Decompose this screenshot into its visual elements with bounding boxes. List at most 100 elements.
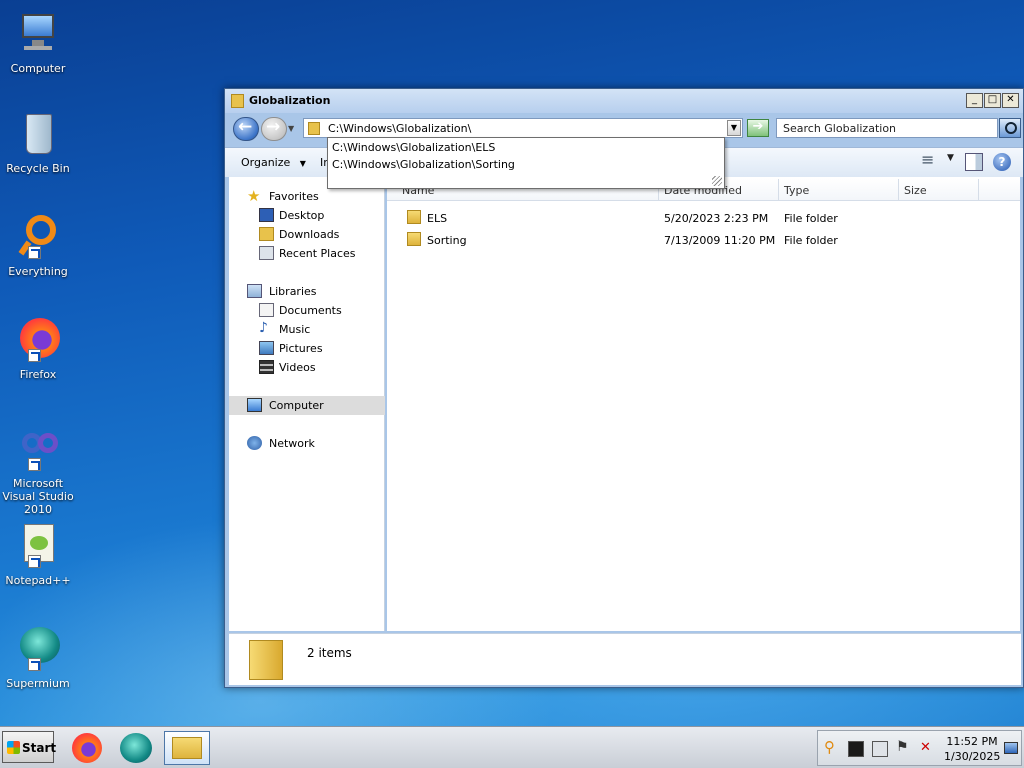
organize-button[interactable]: Organize ▼ [241,156,306,169]
nav-label: Music [279,323,311,336]
column-size[interactable]: Size [899,179,979,201]
everything-icon [14,213,62,261]
table-row[interactable]: ELS 5/20/2023 2:23 PM File folder [387,207,1020,229]
desktop-icon-everything[interactable]: Everything [0,213,76,278]
everything-tray-icon[interactable]: ⚲ [824,738,840,756]
nav-label: Computer [269,399,324,412]
desktop-icon-recycle-bin[interactable]: Recycle Bin [0,110,76,175]
change-view-icon[interactable] [919,150,937,171]
desktop-icon-notepadpp[interactable]: Notepad++ [0,522,76,587]
show-desktop-icon[interactable] [1004,742,1018,754]
nav-label: Desktop [279,209,325,222]
desktop-icon [259,208,274,222]
minimize-button[interactable]: _ [966,93,983,108]
desktop-icon-firefox[interactable]: Firefox [0,316,76,381]
search-icon[interactable] [999,118,1021,138]
chevron-down-icon[interactable]: ▼ [947,153,955,171]
nvidia-icon[interactable] [848,741,864,757]
go-button[interactable]: ➔ [747,119,769,137]
taskbar-supermium-button[interactable] [116,731,156,765]
volume-muted-icon[interactable]: ✕ [920,740,936,756]
address-text[interactable]: C:\Windows\Globalization\ [328,122,471,135]
row-name: Sorting [427,234,467,247]
recent-places-icon [259,246,274,260]
address-dropdown-button[interactable]: ▼ [727,120,741,136]
autocomplete-item[interactable]: C:\Windows\Globalization\ELS [332,141,495,154]
maximize-button[interactable]: □ [984,93,1001,108]
desktop-icon-label: Everything [8,265,68,278]
search-placeholder[interactable]: Search Globalization [783,122,896,135]
visual-studio-icon [14,425,62,473]
nav-item-network[interactable]: Network [229,434,385,453]
nav-item-downloads[interactable]: Downloads [229,225,385,244]
network-tray-icon[interactable] [872,741,888,757]
clock[interactable]: 11:52 PM 1/30/2025 [944,734,1000,764]
system-tray: ⚲ ⚑ ✕ 11:52 PM 1/30/2025 [817,730,1022,766]
forward-button[interactable] [261,117,287,141]
folder-icon [407,210,421,224]
column-type[interactable]: Type [779,179,899,201]
start-label: Start [22,741,57,755]
clock-time: 11:52 PM [946,735,998,748]
windows-logo-icon [7,741,20,754]
network-icon [247,436,262,450]
nav-item-desktop[interactable]: Desktop [229,206,385,225]
folder-icon [407,232,421,246]
window-title: Globalization [249,94,331,107]
nav-label: Pictures [279,342,323,355]
nav-item-documents[interactable]: Documents [229,301,385,320]
desktop-icon-label: Supermium [6,677,70,690]
file-list: Name Date modified Type Size ELS 5/20/20… [387,177,1020,631]
resize-grip-icon[interactable] [712,176,722,186]
table-row[interactable]: Sorting 7/13/2009 11:20 PM File folder [387,229,1020,251]
taskbar-explorer-button[interactable] [164,731,210,765]
taskbar-firefox-button[interactable] [68,731,108,765]
nav-item-libraries[interactable]: Libraries [229,282,385,301]
nav-item-music[interactable]: ♪ Music [229,320,385,339]
recycle-bin-icon [14,110,62,158]
nav-label: Videos [279,361,316,374]
computer-icon [247,398,262,412]
row-type: File folder [784,212,838,225]
start-button[interactable]: Start [2,731,57,763]
close-button[interactable]: ✕ [1002,93,1019,108]
desktop-icon-supermium[interactable]: Supermium [0,625,76,690]
notepadpp-icon [14,522,62,570]
chevron-down-icon: ▼ [299,159,306,168]
autocomplete-item[interactable]: C:\Windows\Globalization\Sorting [332,158,515,171]
computer-icon [14,10,62,58]
desktop-icon-visual-studio[interactable]: Microsoft Visual Studio 2010 [0,425,76,516]
row-name: ELS [427,212,448,225]
shortcut-arrow-icon [28,246,41,259]
music-icon: ♪ [259,320,268,336]
nav-label: Network [269,437,315,450]
navigation-pane: ★ Favorites Desktop Downloads Recent Pla… [229,177,385,631]
firefox-icon [72,733,102,763]
address-bar[interactable]: C:\Windows\Globalization\ ▼ [303,118,743,138]
recent-pages-dropdown[interactable]: ▼ [288,124,296,133]
nav-item-computer[interactable]: Computer [229,396,385,415]
row-date: 5/20/2023 2:23 PM [664,212,769,225]
explorer-icon [172,737,202,759]
title-bar[interactable]: Globalization _ □ ✕ [225,89,1023,113]
nav-item-recent-places[interactable]: Recent Places [229,244,385,263]
help-icon[interactable]: ? [993,153,1011,171]
nav-item-videos[interactable]: Videos [229,358,385,377]
desktop-icon-computer[interactable]: Computer [0,10,76,75]
star-icon: ★ [247,187,261,205]
back-button[interactable] [233,117,259,141]
nav-label: Libraries [269,285,317,298]
nav-item-favorites[interactable]: ★ Favorites [229,187,385,206]
nav-label: Favorites [269,190,319,203]
desktop-icon-label: Computer [10,62,66,75]
preview-pane-icon[interactable] [965,153,983,171]
nav-label: Downloads [279,228,340,241]
supermium-icon [120,733,152,763]
nav-item-pictures[interactable]: Pictures [229,339,385,358]
desktop-icon-label: Microsoft Visual Studio 2010 [2,477,74,516]
desktop-icon-label: Recycle Bin [6,162,70,175]
search-box[interactable]: Search Globalization [776,118,1021,138]
action-center-flag-icon[interactable]: ⚑ [896,739,912,755]
nav-label: Recent Places [279,247,356,260]
organize-label: Organize [241,156,291,169]
